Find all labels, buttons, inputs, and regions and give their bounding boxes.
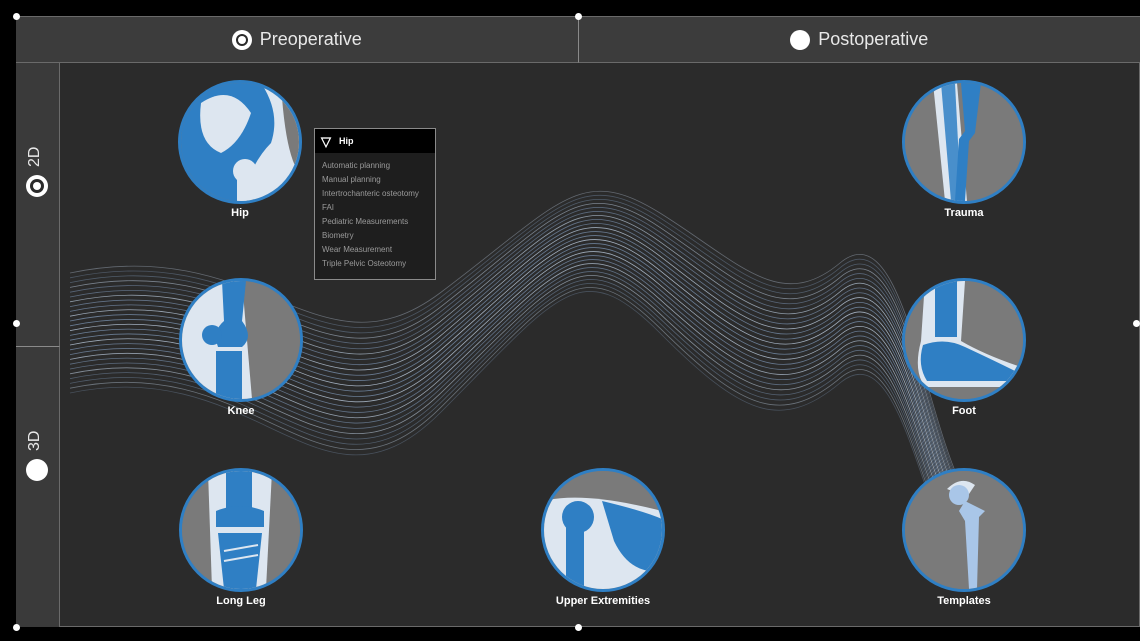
tab-3d[interactable]: 3D (16, 347, 60, 627)
hip-submenu-title: Hip (339, 136, 354, 146)
tab-postoperative-label: Postoperative (818, 29, 929, 49)
menu-item-automatic-planning[interactable]: Automatic planning (322, 159, 435, 173)
card-foot[interactable]: Foot (899, 278, 1029, 417)
radio-selected-icon (26, 175, 48, 197)
radio-unselected-icon (26, 459, 48, 481)
foot-label: Foot (952, 405, 976, 417)
menu-item-intertrochanteric-osteotomy[interactable]: Intertrochanteric osteotomy (322, 187, 435, 201)
dimension-sidebar: 2D 3D (16, 63, 60, 627)
card-templates[interactable]: Templates (899, 468, 1029, 607)
card-upper-extremities[interactable]: Upper Extremities (533, 468, 673, 607)
long-leg-label: Long Leg (216, 595, 266, 607)
card-trauma[interactable]: Trauma (899, 80, 1029, 219)
card-knee[interactable]: Knee (176, 278, 306, 417)
tab-preoperative-label: Preoperative (259, 29, 362, 49)
upper-extremities-label: Upper Extremities (555, 595, 651, 607)
tab-3d-label: 3D (26, 430, 43, 451)
resize-handle[interactable] (13, 624, 20, 631)
menu-item-triple-pelvic-osteotomy[interactable]: Triple Pelvic Osteotomy (322, 257, 435, 271)
menu-item-fai[interactable]: FAI (322, 201, 435, 215)
resize-handle[interactable] (13, 320, 20, 327)
tab-2d[interactable]: 2D (16, 63, 60, 347)
card-hip[interactable]: Hip (175, 80, 305, 219)
tab-preoperative[interactable]: Preoperative (16, 17, 579, 63)
shoulder-bone-icon (541, 468, 665, 592)
trauma-bone-icon (902, 80, 1026, 204)
hip-submenu: ▽ Hip Automatic planning Manual planning… (314, 128, 436, 280)
hip-label: Hip (231, 207, 249, 219)
resize-handle[interactable] (1133, 320, 1140, 327)
resize-handle[interactable] (575, 13, 582, 20)
collapse-triangle-icon: ▽ (321, 133, 331, 149)
foot-bone-icon (902, 278, 1026, 402)
resize-handle[interactable] (575, 624, 582, 631)
trauma-label: Trauma (944, 207, 984, 219)
phase-tab-bar: Preoperative Postoperative (16, 17, 1140, 63)
hip-submenu-header[interactable]: ▽ Hip (315, 129, 435, 153)
templates-label: Templates (937, 595, 991, 607)
hip-submenu-list: Automatic planning Manual planning Inter… (315, 153, 435, 271)
radio-unselected-icon (790, 29, 811, 50)
menu-item-biometry[interactable]: Biometry (322, 229, 435, 243)
card-long-leg[interactable]: Long Leg (176, 468, 306, 607)
resize-handle[interactable] (13, 13, 20, 20)
tab-2d-label: 2D (26, 146, 43, 167)
knee-label: Knee (227, 405, 255, 417)
knee-bone-icon (179, 278, 303, 402)
tab-postoperative[interactable]: Postoperative (578, 17, 1140, 63)
menu-item-manual-planning[interactable]: Manual planning (322, 173, 435, 187)
hip-bone-icon (178, 80, 302, 204)
long-leg-bone-icon (179, 468, 303, 592)
radio-selected-icon (231, 29, 252, 50)
menu-item-pediatric-measurements[interactable]: Pediatric Measurements (322, 215, 435, 229)
menu-item-wear-measurement[interactable]: Wear Measurement (322, 243, 435, 257)
hip-implant-icon (902, 468, 1026, 592)
